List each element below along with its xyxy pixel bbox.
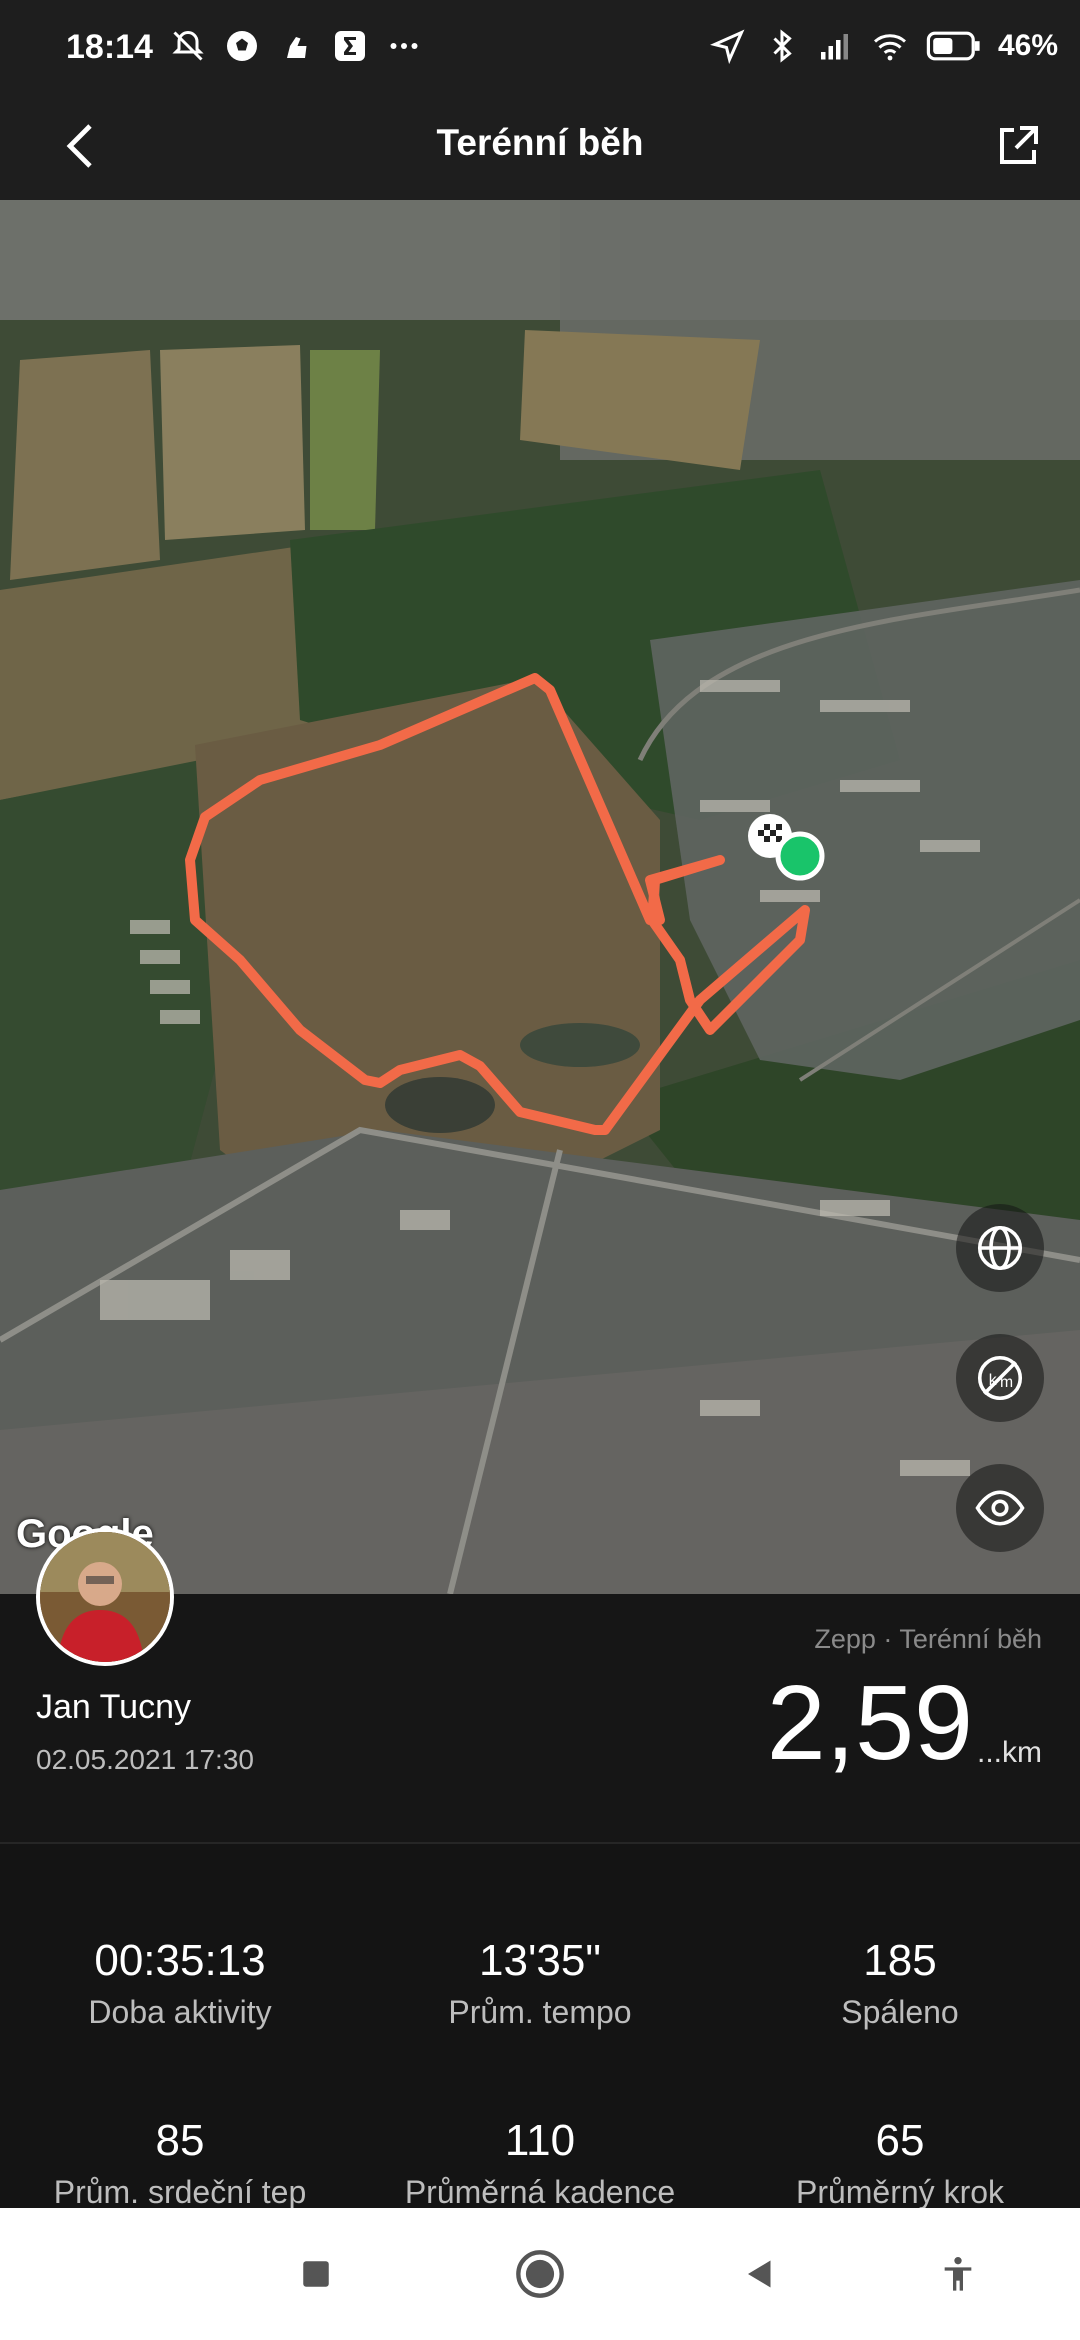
stat-value: 85	[155, 2116, 205, 2165]
stat-value: 185	[863, 1936, 937, 1985]
page-title: Terénní běh	[436, 122, 644, 163]
activity-summary: Jan Tucny 02.05.2021 17:30 Zepp · Terénn…	[0, 1528, 1080, 1842]
stats-grid: 00:35:13 Doba aktivity 13'35" Prům. temp…	[0, 1844, 1080, 2211]
share-button[interactable]	[982, 110, 1054, 182]
user-photo	[40, 1532, 170, 1662]
stat-value: 00:35:13	[94, 1936, 266, 1985]
more-dots-icon	[384, 26, 424, 66]
stat-pace: 13'35" Prům. tempo	[360, 1936, 720, 2031]
view-toggle-button[interactable]	[956, 1464, 1044, 1552]
system-nav-bar	[0, 2208, 1080, 2340]
share-external-icon	[1000, 126, 1038, 164]
distance-value: 2,59	[766, 1664, 973, 1782]
battery-icon	[924, 26, 984, 66]
stat-value: 65	[875, 2116, 925, 2165]
status-bar: 18:14 46%	[0, 0, 1080, 96]
status-time: 18:14	[66, 28, 153, 66]
stat-stride: 65 Průměrný krok	[720, 2116, 1080, 2211]
user-name: Jan Tucny	[36, 1688, 191, 1726]
stat-value: 110	[504, 2116, 576, 2165]
finish-flag-icon	[758, 824, 782, 842]
back-triangle-icon	[748, 2260, 771, 2288]
stat-label: Průměrná kadence	[404, 2174, 676, 2210]
accessibility-icon	[944, 2257, 972, 2291]
stat-label: Spáleno	[841, 1994, 959, 2030]
stat-duration: 00:35:13 Doba aktivity	[0, 1936, 360, 2031]
recents-square-icon	[303, 2261, 329, 2287]
sigma-app-icon	[330, 26, 370, 66]
map-layer-button[interactable]	[956, 1204, 1044, 1292]
satellite-imagery	[0, 200, 1080, 1594]
stat-label: Prům. srdeční tep	[53, 2174, 307, 2210]
globe-icon	[977, 1225, 1023, 1271]
battery-percentage: 46%	[997, 29, 1058, 62]
hand-icon	[276, 26, 316, 66]
stat-label: Doba aktivity	[88, 1994, 272, 2030]
kilometer-markers-off-icon: km	[977, 1355, 1023, 1401]
signal-bars-icon	[816, 26, 856, 66]
distance-unit: ...km	[977, 1736, 1042, 1769]
recents-button[interactable]	[280, 2238, 352, 2310]
activity-source: Zepp · Terénní běh	[814, 1624, 1042, 1654]
app-bar: Terénní běh	[0, 96, 1080, 200]
navigation-arrow-icon	[708, 26, 748, 66]
stat-value: 13'35"	[479, 1936, 601, 1985]
route-map[interactable]: km Google	[0, 200, 1080, 1594]
stat-cadence: 110 Průměrná kadence	[360, 2116, 720, 2211]
bluetooth-icon	[762, 26, 802, 66]
km-markers-toggle[interactable]: km	[956, 1334, 1044, 1422]
home-circle-icon	[516, 2250, 564, 2298]
accessibility-button[interactable]	[922, 2238, 994, 2310]
eye-icon	[975, 1490, 1025, 1526]
home-button[interactable]	[504, 2238, 576, 2310]
mute-bell-icon	[168, 26, 208, 66]
end-point-marker	[775, 831, 825, 881]
distance-display: 2,59 ...km	[767, 1670, 1042, 1776]
activity-date: 02.05.2021 17:30	[36, 1744, 254, 1775]
stat-calories: 185 Spáleno	[720, 1936, 1080, 2031]
soccer-icon	[222, 26, 262, 66]
stat-label: Prům. tempo	[448, 1994, 632, 2030]
stat-heart-rate: 85 Prům. srdeční tep	[0, 2116, 360, 2211]
stat-label: Průměrný krok	[795, 2174, 1005, 2210]
back-nav-button[interactable]	[724, 2238, 796, 2310]
avatar[interactable]	[36, 1528, 174, 1666]
wifi-icon	[870, 26, 910, 66]
